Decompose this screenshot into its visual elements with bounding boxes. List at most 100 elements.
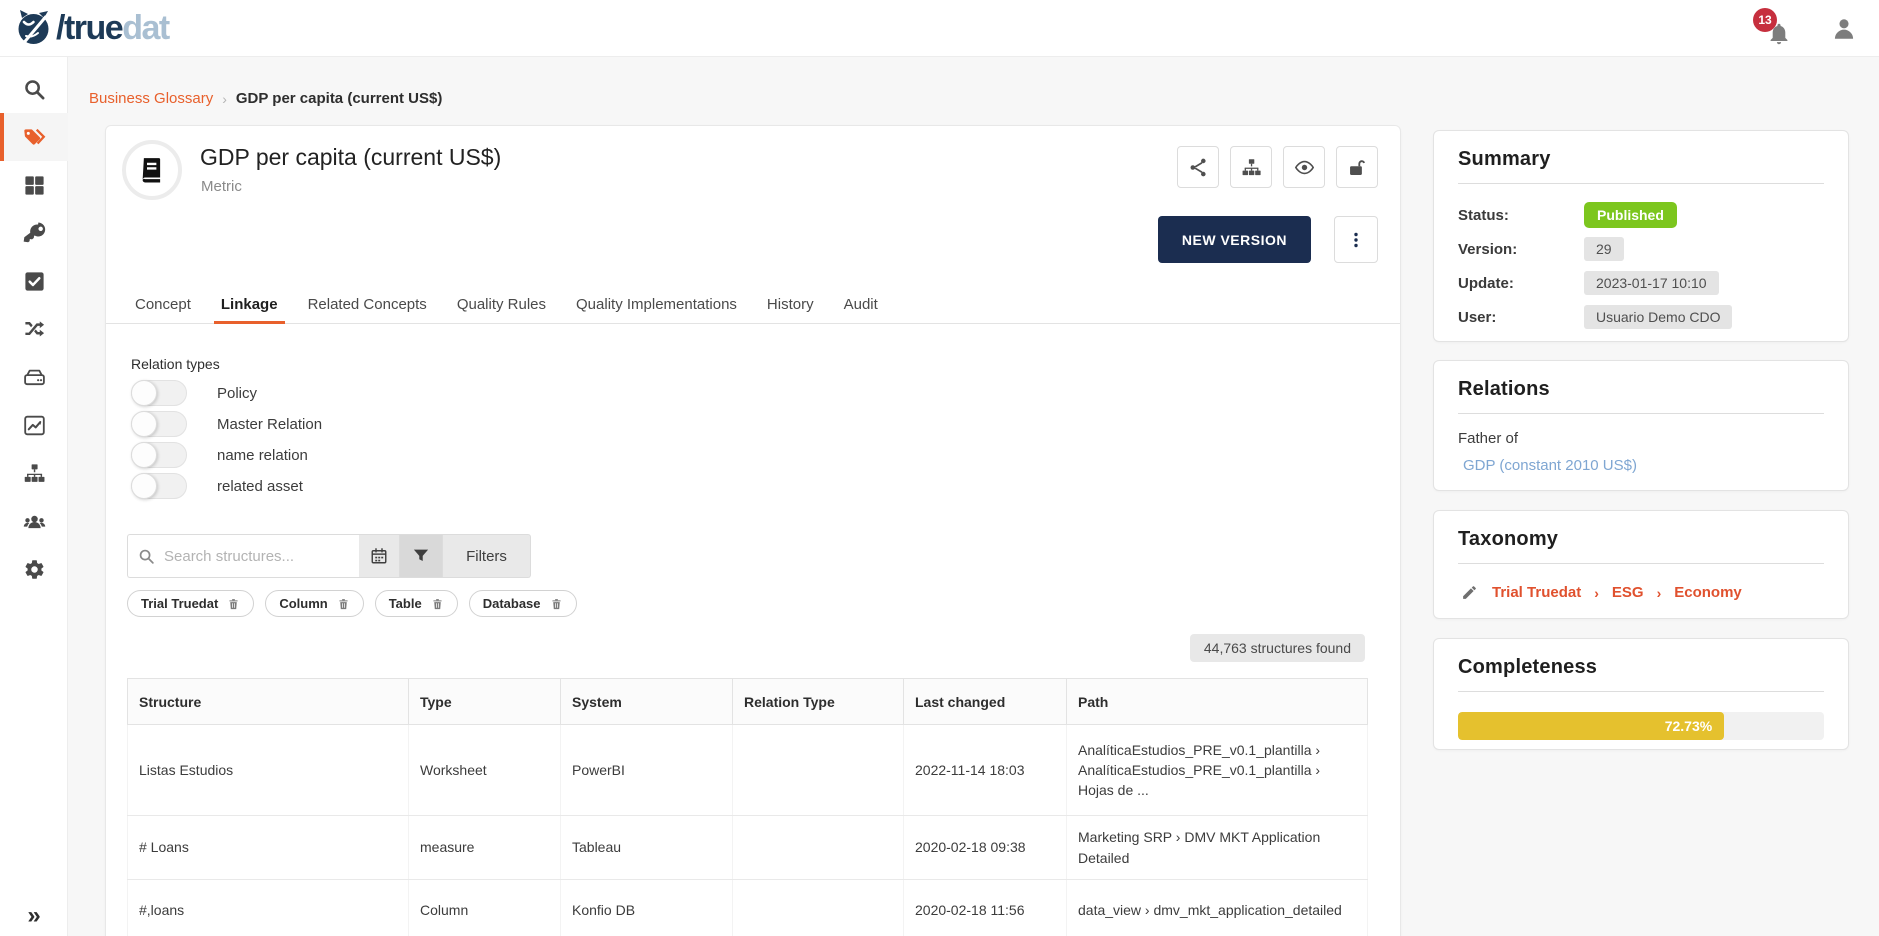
sidebar-item-systems[interactable]: [0, 353, 68, 401]
sidebar-item-taxonomy[interactable]: [0, 449, 68, 497]
search-icon: [23, 78, 46, 101]
cell-system: Tableau: [561, 816, 733, 880]
table-row[interactable]: #,loansColumnKonfio DB2020-02-18 11:56da…: [128, 880, 1368, 936]
unlock-button[interactable]: [1336, 146, 1378, 188]
trash-icon[interactable]: [337, 597, 350, 611]
toggle-knob: [131, 442, 157, 468]
gear-icon: [23, 558, 46, 581]
toggle-knob: [131, 411, 157, 437]
cell-structure: Listas Estudios: [128, 725, 409, 816]
summary-label: Status:: [1458, 207, 1584, 224]
taxonomy-link-economy[interactable]: Economy: [1674, 584, 1742, 601]
sidebar-item-settings[interactable]: [0, 545, 68, 593]
taxonomy-link-trial-truedat[interactable]: Trial Truedat: [1492, 584, 1581, 601]
sidebar-item-lineage[interactable]: [0, 305, 68, 353]
tab-concept[interactable]: Concept: [120, 286, 206, 323]
toggle-policy[interactable]: [131, 380, 187, 406]
sitemap-icon: [1241, 157, 1262, 178]
sidebar-item-insights[interactable]: [0, 401, 68, 449]
chip-label: Trial Truedat: [141, 596, 218, 611]
wordmark-primary: /true: [56, 9, 122, 47]
filter-chip-column[interactable]: Column: [265, 590, 363, 617]
wordmark: /truedat: [56, 8, 169, 48]
new-version-button[interactable]: NEW VERSION: [1158, 216, 1311, 263]
chip-label: Table: [389, 596, 422, 611]
tab-related-concepts[interactable]: Related Concepts: [293, 286, 442, 323]
book-icon: [137, 155, 167, 185]
cell-system: Konfio DB: [561, 880, 733, 936]
trash-icon[interactable]: [550, 597, 563, 611]
taxonomy-panel: Taxonomy Trial Truedat›ESG›Economy: [1433, 510, 1849, 619]
toggle-master-relation[interactable]: [131, 411, 187, 437]
notifications-bell-icon[interactable]: 13: [1767, 14, 1793, 44]
user-profile-icon[interactable]: [1831, 16, 1857, 42]
column-header-path[interactable]: Path: [1067, 679, 1368, 725]
key-icon: [23, 222, 46, 245]
table-row[interactable]: # LoansmeasureTableau2020-02-18 09:38Mar…: [128, 816, 1368, 880]
sidebar-item-quality[interactable]: [0, 257, 68, 305]
column-header-system[interactable]: System: [561, 679, 733, 725]
trash-icon[interactable]: [431, 597, 444, 611]
cell-structure: # Loans: [128, 816, 409, 880]
share-button[interactable]: [1177, 146, 1219, 188]
truedat-logo[interactable]: /truedat: [14, 8, 169, 48]
taxonomy-link-esg[interactable]: ESG: [1612, 584, 1644, 601]
shuffle-icon: [23, 318, 46, 341]
cell-type: Worksheet: [409, 725, 561, 816]
filter-chip-table[interactable]: Table: [375, 590, 458, 617]
tab-linkage[interactable]: Linkage: [206, 286, 293, 323]
structures-filter-bar: Filters: [127, 534, 531, 578]
eye-icon: [1294, 157, 1315, 178]
trash-icon[interactable]: [227, 597, 240, 611]
column-header-last-changed[interactable]: Last changed: [904, 679, 1067, 725]
search-structures-input[interactable]: [164, 548, 349, 565]
grid-icon: [23, 174, 46, 197]
table-row[interactable]: Listas EstudiosWorksheetPowerBI2022-11-1…: [128, 725, 1368, 816]
summary-row: User:Usuario Demo CDO: [1458, 300, 1824, 334]
watch-button[interactable]: [1283, 146, 1325, 188]
filter-funnel-button[interactable]: [400, 534, 443, 578]
tab-quality-rules[interactable]: Quality Rules: [442, 286, 561, 323]
status-badge: Published: [1584, 202, 1677, 228]
summary-value-badge: Usuario Demo CDO: [1584, 305, 1732, 329]
completeness-progress-track: 72.73%: [1458, 712, 1824, 740]
column-header-type[interactable]: Type: [409, 679, 561, 725]
column-header-structure[interactable]: Structure: [128, 679, 409, 725]
sidebar-item-glossary[interactable]: [0, 113, 68, 161]
cell-last-changed: 2020-02-18 11:56: [904, 880, 1067, 936]
sidebar-item-permissions[interactable]: [0, 209, 68, 257]
breadcrumb-parent-link[interactable]: Business Glossary: [89, 90, 213, 107]
cell-last-changed: 2022-11-14 18:03: [904, 725, 1067, 816]
lineage-button[interactable]: [1230, 146, 1272, 188]
summary-panel: Summary Status:PublishedVersion:29Update…: [1433, 130, 1849, 342]
chip-label: Database: [483, 596, 541, 611]
results-count-badge: 44,763 structures found: [1190, 634, 1365, 662]
cell-last-changed: 2020-02-18 09:38: [904, 816, 1067, 880]
chart-line-icon: [23, 414, 46, 437]
tag-icon: [23, 126, 46, 149]
tab-audit[interactable]: Audit: [829, 286, 893, 323]
filters-button[interactable]: Filters: [443, 534, 531, 578]
related-concept-link[interactable]: GDP (constant 2010 US$): [1463, 457, 1824, 474]
column-header-relation-type[interactable]: Relation Type: [733, 679, 904, 725]
toggle-related-asset[interactable]: [131, 473, 187, 499]
date-filter-button[interactable]: [359, 534, 400, 578]
tab-quality-implementations[interactable]: Quality Implementations: [561, 286, 752, 323]
cell-path: AnalíticaEstudios_PRE_v0.1_plantilla › A…: [1067, 725, 1368, 816]
tab-history[interactable]: History: [752, 286, 829, 323]
concept-card: GDP per capita (current US$) Metric NEW …: [105, 125, 1401, 936]
sidebar-item-search[interactable]: [0, 65, 68, 113]
sidebar-collapse-button[interactable]: »: [0, 902, 68, 930]
filter-chip-database[interactable]: Database: [469, 590, 577, 617]
edit-taxonomy-button[interactable]: [1461, 584, 1478, 601]
filter-chip-trial-truedat[interactable]: Trial Truedat: [127, 590, 254, 617]
sidebar-item-users[interactable]: [0, 497, 68, 545]
sitemap-icon: [23, 462, 46, 485]
sidebar-item-dashboards[interactable]: [0, 161, 68, 209]
summary-value-badge: 29: [1584, 237, 1624, 261]
more-actions-button[interactable]: [1334, 216, 1378, 263]
relation-type-row: Policy: [131, 380, 322, 406]
summary-label: User:: [1458, 309, 1584, 326]
funnel-icon: [412, 547, 430, 565]
toggle-name-relation[interactable]: [131, 442, 187, 468]
